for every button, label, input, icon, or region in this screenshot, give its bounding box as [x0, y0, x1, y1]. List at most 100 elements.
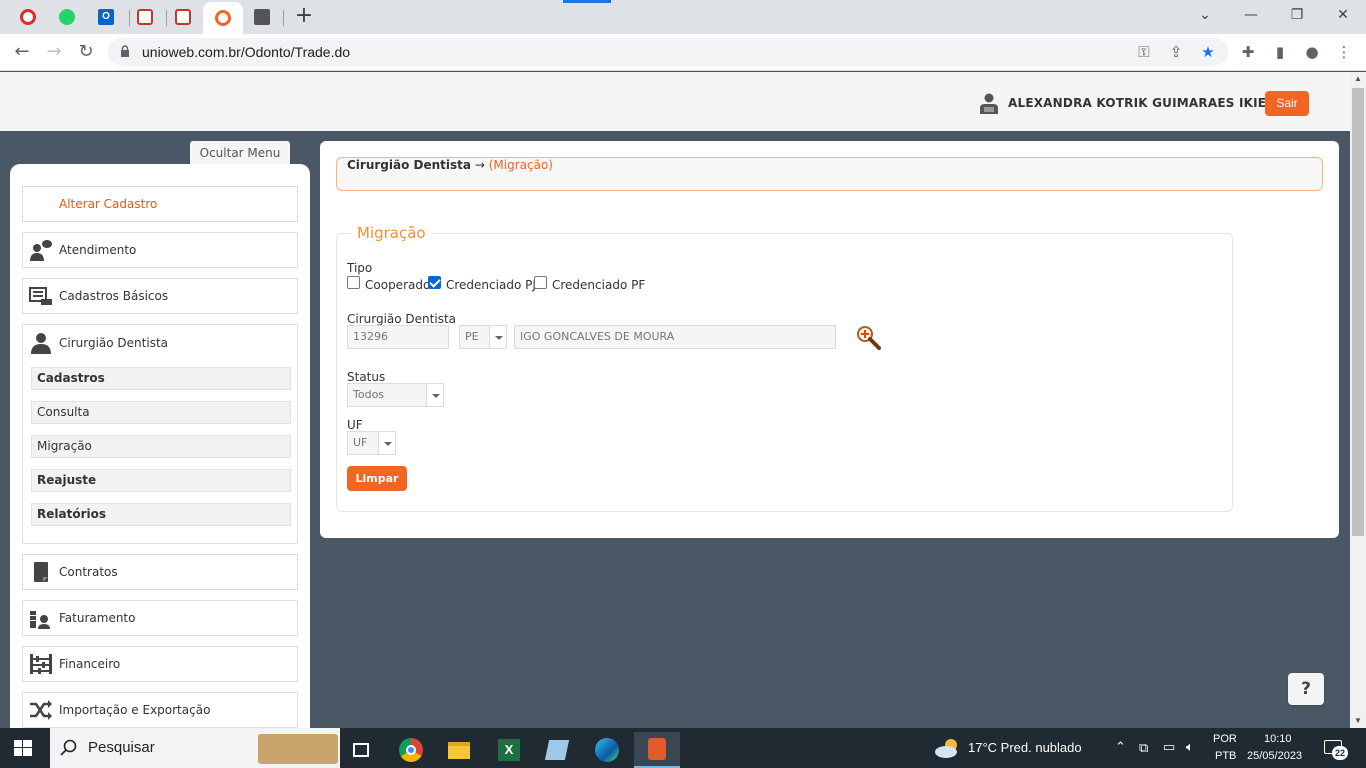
credenciado-pf-checkbox[interactable] [534, 276, 547, 289]
clear-button[interactable]: Limpar [347, 466, 407, 491]
submenu-relatorios[interactable]: Relatórios [31, 503, 291, 526]
bookmark-star-icon[interactable]: ★ [1198, 42, 1218, 62]
weather-text[interactable]: 17°C Pred. nublado [968, 740, 1082, 755]
person-icon [31, 333, 51, 354]
browser-tab-unioweb[interactable] [203, 2, 243, 34]
menu-label: Importação e Exportação [59, 703, 211, 717]
task-view-icon[interactable] [340, 732, 382, 768]
menu-dots-icon[interactable]: ⋮ [1334, 42, 1354, 62]
dentista-uf-value: PE [465, 330, 479, 343]
status-label: Status [347, 370, 386, 384]
menu-label: Financeiro [59, 657, 121, 671]
key-icon[interactable]: ⚿ [1134, 42, 1154, 62]
browser-tab-5[interactable] [165, 4, 201, 30]
dentista-code-input[interactable]: 13296 [347, 325, 449, 349]
credenciado-pj-checkbox[interactable] [428, 276, 441, 289]
status-select[interactable]: Todos [347, 383, 444, 407]
address-bar[interactable]: unioweb.com.br/Odonto/Trade.do ⚿ ⇪ ★ [108, 38, 1228, 66]
submenu-cadastros[interactable]: Cadastros [31, 367, 291, 390]
scroll-down-icon[interactable]: ▼ [1350, 714, 1366, 728]
menu-faturamento[interactable]: Faturamento [22, 600, 298, 636]
tipo-label: Tipo [347, 261, 373, 275]
file-explorer-icon[interactable] [438, 732, 480, 768]
uf-value: UF [353, 436, 368, 449]
credenciado-pj-label[interactable]: Credenciado PJ [446, 278, 536, 292]
share-icon[interactable]: ⇪ [1166, 42, 1186, 62]
submenu-consulta[interactable]: Consulta [31, 401, 291, 424]
cloudy-weather-icon [935, 739, 957, 758]
chevron-down-icon[interactable] [426, 384, 443, 406]
notifications-icon[interactable]: 22 [1324, 738, 1348, 760]
reload-icon[interactable]: ↻ [74, 40, 98, 64]
scroll-up-icon[interactable]: ▲ [1350, 72, 1366, 86]
minimize-button[interactable]: — [1237, 4, 1265, 26]
menu-alterar-cadastro[interactable]: Alterar Cadastro [22, 186, 298, 222]
chrome-icon[interactable] [390, 732, 432, 768]
chevron-up-icon[interactable]: ⌃ [1115, 739, 1126, 755]
chevron-down-icon[interactable] [378, 432, 395, 454]
menu-atendimento[interactable]: Atendimento [22, 232, 298, 268]
browser-tab-1[interactable] [10, 4, 46, 30]
shuffle-icon [30, 700, 52, 720]
excel-icon[interactable]: X [488, 732, 530, 768]
browser-tab-whatsapp[interactable] [49, 4, 85, 30]
breadcrumb-parent[interactable]: Cirurgião Dentista [347, 158, 471, 172]
back-icon[interactable]: ← [10, 40, 34, 64]
submenu-reajuste[interactable]: Reajuste [31, 469, 291, 492]
logout-button[interactable]: Sair [1265, 91, 1309, 116]
new-tab-button[interactable]: + [292, 5, 316, 29]
notes-app-icon[interactable] [536, 732, 578, 768]
main-panel: Cirurgião Dentista → (Migração) Migração… [320, 141, 1339, 538]
menu-cirurgiao-dentista[interactable]: Cirurgião Dentista [23, 325, 297, 361]
browser-tab-4[interactable] [127, 4, 163, 30]
keyboard-layout[interactable]: PTB [1215, 750, 1236, 762]
menu-financeiro[interactable]: Financeiro [22, 646, 298, 682]
windows-start-icon[interactable] [14, 740, 32, 756]
uf-select[interactable]: UF [347, 431, 396, 455]
submenu-migracao[interactable]: Migração [31, 435, 291, 458]
dentista-uf-select[interactable]: PE [459, 325, 507, 349]
close-window-button[interactable]: ✕ [1329, 4, 1357, 26]
hide-menu-button[interactable]: Ocultar Menu [190, 141, 290, 166]
lock-icon [121, 45, 129, 57]
page-scrollbar[interactable]: ▲ ▼ [1350, 72, 1366, 728]
taskbar-search[interactable]: Pesquisar [50, 728, 340, 768]
browser-tab-outlook[interactable]: O [88, 4, 124, 30]
menu-contratos[interactable]: Contratos [22, 554, 298, 590]
forward-icon[interactable]: → [42, 40, 66, 64]
keyboard-icon [29, 287, 52, 305]
clock-date[interactable]: 25/05/2023 [1247, 750, 1302, 762]
menu-cadastros-basicos[interactable]: Cadastros Básicos [22, 278, 298, 314]
person-speech-icon [30, 240, 52, 261]
user-icon [980, 93, 998, 114]
help-button[interactable]: ? [1288, 673, 1324, 705]
scroll-thumb[interactable] [1352, 88, 1364, 536]
magnifier-icon[interactable] [855, 324, 881, 350]
network-share-icon[interactable]: ⧉ [1139, 740, 1148, 756]
clock-time[interactable]: 10:10 [1264, 733, 1292, 745]
restore-button[interactable]: ❐ [1283, 4, 1311, 26]
shield-icon [175, 9, 191, 25]
cooperado-label[interactable]: Cooperado [365, 278, 430, 292]
extensions-icon[interactable]: ✚ [1238, 42, 1258, 62]
network-icon[interactable]: ▭ [1163, 739, 1175, 755]
menu-importacao-exportacao[interactable]: Importação e Exportação [22, 692, 298, 728]
volume-icon[interactable]: 🔈︎ [1186, 739, 1194, 755]
language-code[interactable]: POR [1213, 733, 1237, 745]
menu-label: Cadastros Básicos [59, 289, 169, 303]
credenciado-pf-label[interactable]: Credenciado PF [552, 278, 645, 292]
form-legend: Migração [351, 224, 432, 242]
side-panel-icon[interactable]: ▮ [1270, 42, 1290, 62]
tab-search-icon[interactable]: ⌄ [1191, 4, 1219, 26]
profile-icon[interactable]: ● [1302, 42, 1322, 62]
cooperado-checkbox[interactable] [347, 276, 360, 289]
whatsapp-icon [59, 9, 75, 25]
menu-label: Cirurgião Dentista [59, 336, 169, 350]
dentista-name-input[interactable]: IGO GONCALVES DE MOURA [514, 325, 836, 349]
browser-tab-7[interactable] [244, 4, 280, 30]
unioweb-icon [215, 10, 231, 26]
edge-icon[interactable] [586, 732, 628, 768]
breadcrumb-current: (Migração) [488, 158, 553, 172]
active-app-icon[interactable] [634, 732, 680, 768]
chevron-down-icon[interactable] [489, 326, 506, 348]
